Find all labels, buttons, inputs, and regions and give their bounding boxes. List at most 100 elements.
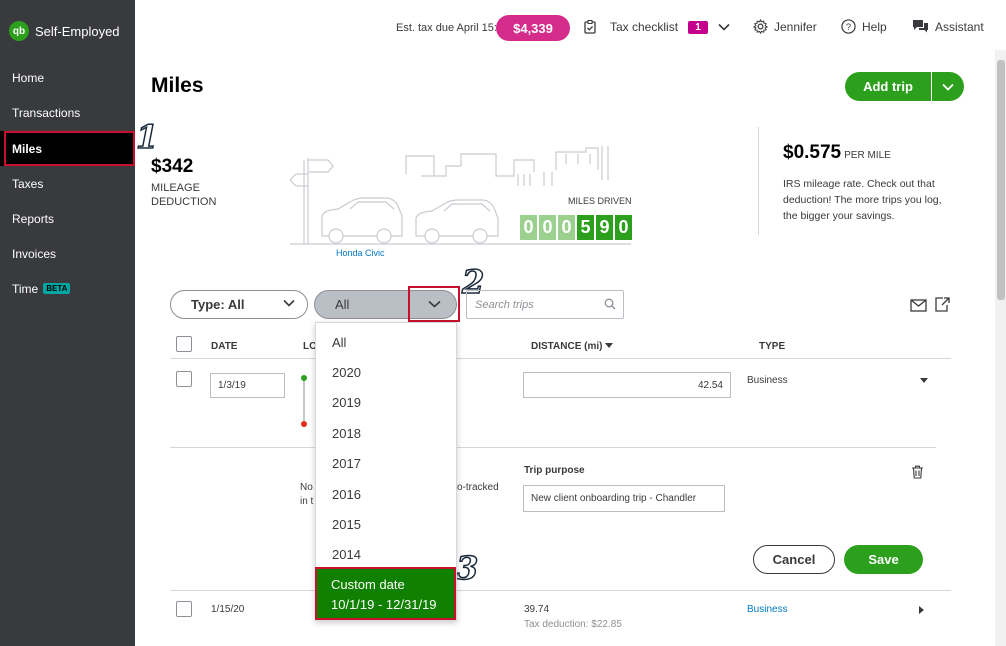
mileage-deduction-amount: $342 [151, 156, 194, 177]
date-option-all[interactable]: All [316, 327, 456, 357]
mileage-rate-unit: PER MILE [844, 150, 891, 161]
assistant-button[interactable]: Assistant [912, 19, 984, 34]
trash-icon[interactable] [911, 465, 924, 479]
odometer-digit: 0 [558, 215, 575, 240]
row-checkbox[interactable] [176, 601, 192, 617]
mileage-rate-value: $0.575 [783, 142, 842, 163]
auto-track-note: No [300, 482, 313, 493]
save-button[interactable]: Save [844, 545, 923, 574]
export-icon[interactable] [934, 296, 951, 313]
help-button[interactable]: ? Help [841, 19, 887, 34]
scrollbar-thumb[interactable] [997, 60, 1005, 300]
type-filter-label: Type: All [191, 297, 245, 312]
custom-date-range: 10/1/19 - 12/31/19 [331, 597, 437, 612]
date-option-2017[interactable]: 2017 [316, 448, 456, 478]
type-filter-dropdown[interactable]: Type: All [170, 290, 308, 319]
svg-text:?: ? [846, 22, 851, 32]
sort-down-icon [605, 343, 614, 348]
clipboard-check-icon [584, 20, 596, 34]
vehicle-link[interactable]: Honda Civic [336, 248, 385, 258]
sidebar-item-label: Time [12, 281, 39, 296]
date-option-2016[interactable]: 2016 [316, 479, 456, 509]
date-option-custom[interactable]: Custom date 10/1/19 - 12/31/19 [315, 567, 456, 620]
help-circle-icon: ? [841, 19, 856, 34]
search-trips-input[interactable]: Search trips [466, 290, 624, 319]
auto-track-note: in t [300, 496, 314, 507]
trip-tax-deduction: Tax deduction: $22.85 [524, 619, 622, 630]
tax-checklist-count: 1 [688, 20, 709, 34]
date-option-2018[interactable]: 2018 [316, 418, 456, 448]
tax-checklist-label: Tax checklist [610, 20, 679, 34]
date-option-2014[interactable]: 2014 [316, 539, 456, 569]
assistant-label: Assistant [935, 19, 984, 34]
sidebar-item-home[interactable]: Home [0, 60, 135, 95]
date-option-2020[interactable]: 2020 [316, 357, 456, 387]
auto-track-note: o-tracked [457, 482, 499, 493]
sidebar-item-transactions[interactable]: Transactions [0, 95, 135, 130]
odometer-digit: 5 [577, 215, 594, 240]
caret-right-icon[interactable] [919, 606, 925, 614]
page-title: Miles [151, 74, 204, 97]
date-option-2019[interactable]: 2019 [316, 387, 456, 417]
date-option-2015[interactable]: 2015 [316, 509, 456, 539]
caret-down-icon[interactable] [920, 378, 928, 384]
miles-driven-label: MILES DRIVEN [568, 196, 632, 206]
trip-type-select[interactable]: Business [747, 375, 788, 386]
add-trip-menu-chevron[interactable] [932, 72, 964, 101]
column-header-distance-label: DISTANCE (mi) [531, 341, 603, 352]
odometer-digit: 0 [615, 215, 632, 240]
route-line-icon [301, 375, 307, 427]
tax-checklist-button[interactable]: Tax checklist 1 [584, 20, 730, 34]
est-tax-button[interactable]: $4,339 [496, 15, 570, 41]
sidebar-item-taxes[interactable]: Taxes [0, 166, 135, 201]
email-icon[interactable] [910, 299, 927, 312]
trip-type-link[interactable]: Business [747, 604, 788, 615]
trip-purpose-input[interactable]: New client onboarding trip - Chandler [523, 485, 725, 512]
distance-input[interactable]: 42.54 [523, 372, 731, 398]
column-header-type[interactable]: TYPE [759, 341, 785, 352]
chevron-down-icon [718, 23, 730, 31]
date-filter-label: All [335, 297, 350, 312]
odometer-digit: 9 [596, 215, 613, 240]
chat-bubbles-icon [913, 20, 928, 33]
odometer-digit: 0 [539, 215, 556, 240]
column-header-distance[interactable]: DISTANCE (mi) [531, 341, 614, 352]
callout-1: 1 [135, 117, 159, 157]
search-icon [604, 298, 616, 310]
row-divider [170, 590, 951, 591]
miles-odometer: 0 0 0 5 9 0 [520, 215, 632, 240]
sidebar-item-invoices[interactable]: Invoices [0, 236, 135, 271]
user-menu[interactable]: Jennifer [753, 19, 817, 34]
help-label: Help [862, 19, 887, 34]
cancel-button[interactable]: Cancel [753, 545, 835, 574]
mileage-rate-description: IRS mileage rate. Check out that deducti… [783, 178, 942, 222]
gear-icon [753, 19, 768, 34]
quickbooks-logo-icon: qb [9, 21, 29, 41]
chevron-down-icon [283, 299, 295, 307]
est-tax-label: Est. tax due April 15: [396, 22, 497, 34]
mileage-deduction-label: MILEAGE DEDUCTION [151, 182, 217, 208]
select-all-checkbox[interactable] [176, 336, 192, 352]
sidebar-item-reports[interactable]: Reports [0, 201, 135, 236]
beta-badge: BETA [43, 283, 71, 294]
odometer-digit: 0 [520, 215, 537, 240]
summary-divider [758, 127, 759, 235]
callout-3: 3 [455, 548, 479, 588]
sidebar-item-time[interactable]: Time BETA [0, 271, 135, 306]
user-name: Jennifer [774, 19, 817, 34]
custom-date-label: Custom date [331, 577, 405, 592]
brand-name: Self-Employed [35, 23, 120, 39]
brand[interactable]: qb Self-Employed [9, 21, 120, 41]
trip-distance: 39.74 [524, 604, 550, 615]
date-filter-chevron-button[interactable] [408, 286, 460, 322]
trip-date: 1/15/20 [211, 604, 245, 615]
header-divider [170, 358, 951, 359]
column-header-date[interactable]: DATE [211, 341, 237, 352]
trip-date-input[interactable]: 1/3/19 [210, 373, 285, 398]
row-checkbox[interactable] [176, 371, 192, 387]
add-trip-button[interactable]: Add trip [845, 72, 964, 101]
row-divider [170, 447, 936, 448]
mileage-rate: $0.575 PER MILE [783, 142, 891, 164]
chevron-down-icon [427, 300, 441, 308]
add-trip-label: Add trip [845, 72, 932, 101]
